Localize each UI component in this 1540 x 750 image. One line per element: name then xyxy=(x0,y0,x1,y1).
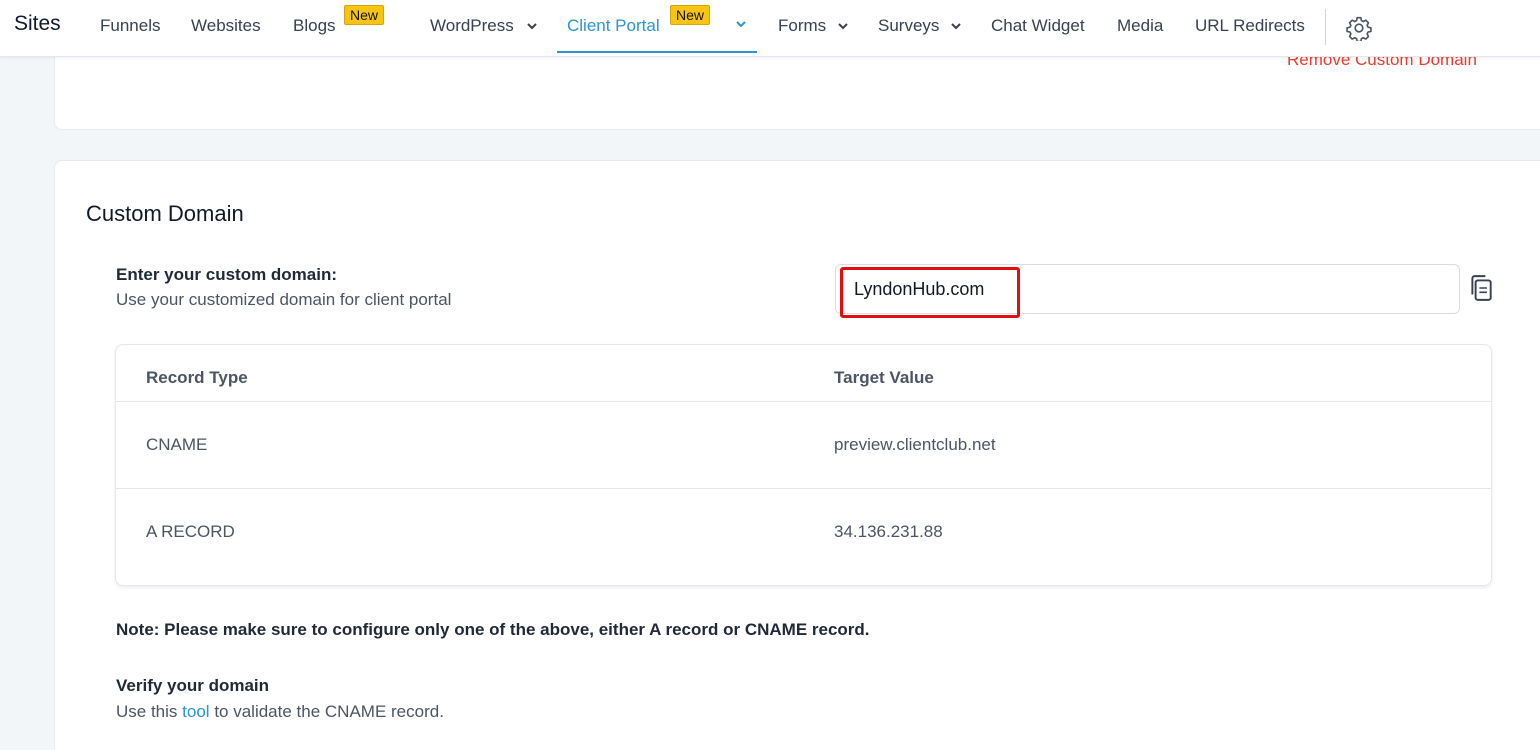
table-divider xyxy=(116,401,1491,402)
custom-domain-help: Use your customized domain for client po… xyxy=(116,290,452,309)
chevron-down-icon[interactable] xyxy=(734,17,748,31)
nav-wordpress[interactable]: WordPress xyxy=(430,16,514,36)
table-header-record-type: Record Type xyxy=(146,368,248,387)
custom-domain-input[interactable] xyxy=(835,264,1460,314)
dns-records-table xyxy=(115,344,1492,586)
gear-icon[interactable] xyxy=(1346,15,1372,41)
verify-text-after: to validate the CNAME record. xyxy=(214,702,444,721)
verify-tool-link[interactable]: tool xyxy=(182,702,209,721)
record-type-cell: A RECORD xyxy=(146,522,235,541)
nav-funnels[interactable]: Funnels xyxy=(100,16,160,36)
nav-media[interactable]: Media xyxy=(1117,16,1163,36)
nav-client-portal[interactable]: Client Portal xyxy=(567,16,660,36)
chevron-down-icon[interactable] xyxy=(525,19,539,33)
copy-icon[interactable] xyxy=(1468,274,1494,302)
chevron-down-icon[interactable] xyxy=(836,19,850,33)
nav-blogs[interactable]: Blogs xyxy=(293,16,336,36)
section-title: Custom Domain xyxy=(86,201,244,226)
app-title: Sites xyxy=(14,12,61,35)
verify-domain-text: Use this tool to validate the CNAME reco… xyxy=(116,702,444,722)
table-header-target-value: Target Value xyxy=(834,368,934,387)
custom-domain-label: Enter your custom domain: xyxy=(116,265,338,284)
nav-websites[interactable]: Websites xyxy=(191,16,261,36)
chevron-down-icon[interactable] xyxy=(949,19,963,33)
table-divider xyxy=(116,488,1491,489)
nav-url-redirects[interactable]: URL Redirects xyxy=(1195,16,1305,36)
nav-forms[interactable]: Forms xyxy=(778,16,826,36)
nav-surveys[interactable]: Surveys xyxy=(878,16,939,36)
verify-text-before: Use this xyxy=(116,702,178,721)
active-tab-indicator xyxy=(557,51,757,53)
target-value-cell: preview.clientclub.net xyxy=(834,435,996,454)
new-badge-client-portal: New xyxy=(670,5,711,25)
record-type-cell: CNAME xyxy=(146,435,208,454)
configuration-note: Note: Please make sure to configure only… xyxy=(116,620,870,639)
nav-divider xyxy=(1325,9,1326,45)
target-value-cell: 34.136.231.88 xyxy=(834,522,943,541)
new-badge-blogs: New xyxy=(344,5,385,25)
top-nav: Sites Funnels Websites Blogs New WordPre… xyxy=(0,0,1540,57)
nav-chat-widget[interactable]: Chat Widget xyxy=(991,16,1085,36)
verify-domain-title: Verify your domain xyxy=(116,676,270,695)
